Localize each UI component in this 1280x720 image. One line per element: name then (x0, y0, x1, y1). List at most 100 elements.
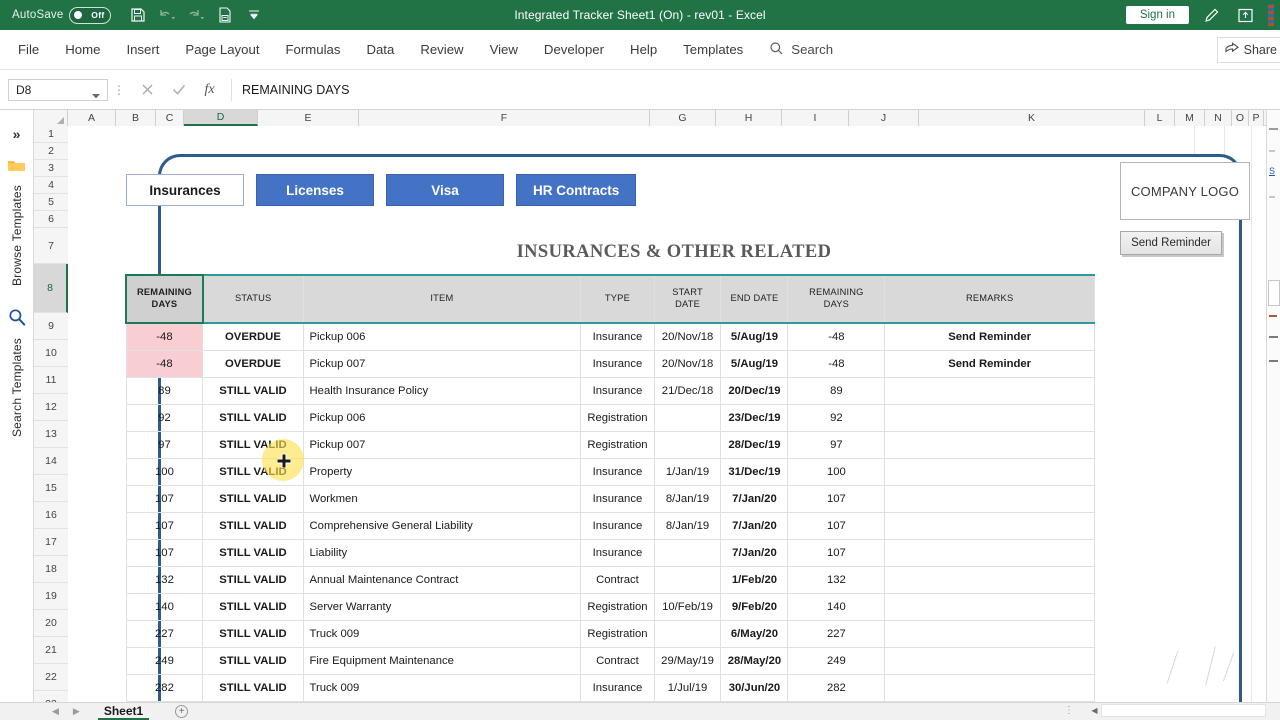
table-row[interactable]: -48 OVERDUE Pickup 006 Insurance 20/Nov/… (125, 322, 1095, 351)
row-header-13[interactable]: 13 (34, 421, 68, 448)
cell-remaining-days-calc[interactable]: 107 (787, 484, 886, 513)
col-remaining-days-left[interactable]: REMAINING DAYS (125, 274, 204, 324)
cell-start-date[interactable] (653, 538, 722, 567)
row-header-19[interactable]: 19 (34, 583, 68, 610)
dashboard-tab-hr-contracts[interactable]: HR Contracts (516, 174, 637, 206)
panel-link[interactable]: S (1269, 166, 1275, 176)
cell-remaining-days-calc[interactable]: 107 (787, 538, 886, 567)
cell-remarks[interactable] (884, 673, 1095, 702)
autosave-control[interactable]: AutoSave Off (12, 6, 112, 24)
cell-remaining-days[interactable]: 97 (125, 430, 204, 459)
cell-start-date[interactable]: 1/Jul/19 (653, 673, 722, 702)
cell-item[interactable]: Health Insurance Policy (302, 376, 582, 405)
previous-sheet-icon[interactable]: ◀ (52, 706, 59, 717)
cell-remaining-days[interactable]: -48 (125, 322, 204, 351)
table-row[interactable]: 89 STILL VALID Health Insurance Policy I… (125, 376, 1095, 405)
cell-remarks[interactable] (884, 376, 1095, 405)
cell-remarks[interactable] (884, 592, 1095, 621)
row-header-4[interactable]: 4 (34, 177, 68, 194)
cell-status[interactable]: STILL VALID (202, 484, 304, 513)
col-start-date[interactable]: START DATE (653, 274, 722, 324)
cell-item[interactable]: Annual Maintenance Contract (302, 565, 582, 594)
cell-remarks[interactable] (884, 646, 1095, 675)
print-preview-icon[interactable] (216, 6, 234, 24)
save-icon[interactable] (129, 6, 147, 24)
row-header-23[interactable]: 23 (34, 691, 68, 702)
cell-remarks[interactable] (884, 619, 1095, 648)
table-row[interactable]: 140 STILL VALID Server Warranty Registra… (125, 592, 1095, 621)
table-row[interactable]: -48 OVERDUE Pickup 007 Insurance 20/Nov/… (125, 349, 1095, 378)
cell-remarks[interactable] (884, 565, 1095, 594)
cell-status[interactable]: STILL VALID (202, 538, 304, 567)
cell-end-date[interactable]: 1/Feb/20 (720, 565, 789, 594)
cell-start-date[interactable]: 8/Jan/19 (653, 511, 722, 540)
cell-remaining-days[interactable]: 132 (125, 565, 204, 594)
cell-type[interactable]: Insurance (580, 349, 655, 378)
horizontal-scrollbar[interactable]: ◀ (1088, 703, 1266, 718)
cell-type[interactable]: Registration (580, 592, 655, 621)
cell-end-date[interactable]: 23/Dec/19 (720, 403, 789, 432)
cell-remaining-days-calc[interactable]: 97 (787, 430, 886, 459)
undo-icon[interactable] (158, 6, 176, 24)
cell-remarks[interactable] (884, 457, 1095, 486)
cell-status[interactable]: OVERDUE (202, 349, 304, 378)
cell-remaining-days-calc[interactable]: 100 (787, 457, 886, 486)
cell-item[interactable]: Pickup 006 (302, 403, 582, 432)
table-row[interactable]: 227 STILL VALID Truck 009 Registration 6… (125, 619, 1095, 648)
col-end-date[interactable]: END DATE (720, 274, 789, 324)
cell-remaining-days[interactable]: 140 (125, 592, 204, 621)
expand-pane-icon[interactable]: » (13, 126, 21, 142)
ribbon-tab-home[interactable]: Home (52, 30, 113, 70)
enter-icon[interactable] (171, 82, 186, 97)
cell-remaining-days[interactable]: 282 (125, 673, 204, 702)
chevron-down-icon[interactable] (92, 88, 100, 102)
row-header-11[interactable]: 11 (34, 367, 68, 394)
cell-end-date[interactable]: 7/Jan/20 (720, 511, 789, 540)
row-header-5[interactable]: 5 (34, 194, 68, 211)
cell-remarks[interactable] (884, 403, 1095, 432)
column-header-h[interactable]: H (716, 110, 782, 126)
panel-box[interactable] (1268, 280, 1280, 306)
cell-type[interactable]: Insurance (580, 538, 655, 567)
cell-remaining-days[interactable]: 227 (125, 619, 204, 648)
cell-type[interactable]: Insurance (580, 376, 655, 405)
cell-remaining-days-calc[interactable]: 132 (787, 565, 886, 594)
table-row[interactable]: 107 STILL VALID Workmen Insurance 8/Jan/… (125, 484, 1095, 513)
next-sheet-icon[interactable]: ▶ (73, 706, 80, 717)
ribbon-search[interactable]: Search (756, 41, 846, 59)
cell-remaining-days-calc[interactable]: 249 (787, 646, 886, 675)
cell-end-date[interactable]: 28/May/20 (720, 646, 789, 675)
cell-end-date[interactable]: 6/May/20 (720, 619, 789, 648)
cell-type[interactable]: Registration (580, 430, 655, 459)
horizontal-scroll-track[interactable] (1101, 704, 1266, 717)
cell-remaining-days[interactable]: 89 (125, 376, 204, 405)
row-header-12[interactable]: 12 (34, 394, 68, 421)
cell-remarks[interactable] (884, 538, 1095, 567)
cell-item[interactable]: Truck 009 (302, 619, 582, 648)
cell-status[interactable]: STILL VALID (202, 457, 304, 486)
cell-remaining-days-calc[interactable]: 140 (787, 592, 886, 621)
cell-status[interactable]: STILL VALID (202, 430, 304, 459)
row-header-22[interactable]: 22 (34, 664, 68, 691)
cell-start-date[interactable]: 21/Dec/18 (653, 376, 722, 405)
row-header-16[interactable]: 16 (34, 502, 68, 529)
row-header-2[interactable]: 2 (34, 143, 68, 160)
column-header-c[interactable]: C (156, 110, 184, 126)
cell-item[interactable]: Fire Equipment Maintenance (302, 646, 582, 675)
cell-remaining-days-calc[interactable]: 282 (787, 673, 886, 702)
cell-status[interactable]: STILL VALID (202, 376, 304, 405)
column-header-n[interactable]: N (1205, 110, 1232, 126)
horizontal-scroll-grip[interactable]: ⋮ (1064, 705, 1074, 716)
cell-end-date[interactable]: 7/Jan/20 (720, 484, 789, 513)
pane-item-browse-templates[interactable]: Browse Templates (7, 158, 26, 286)
dashboard-tab-insurances[interactable]: Insurances (126, 174, 244, 206)
row-header-8[interactable]: 8 (34, 264, 68, 313)
cell-type[interactable]: Insurance (580, 511, 655, 540)
row-header-14[interactable]: 14 (34, 448, 68, 475)
cell-status[interactable]: STILL VALID (202, 646, 304, 675)
cell-end-date[interactable]: 31/Dec/19 (720, 457, 789, 486)
cell-remaining-days[interactable]: 100 (125, 457, 204, 486)
cell-remaining-days[interactable]: 107 (125, 538, 204, 567)
cell-remaining-days-calc[interactable]: 227 (787, 619, 886, 648)
cell-item[interactable]: Server Warranty (302, 592, 582, 621)
